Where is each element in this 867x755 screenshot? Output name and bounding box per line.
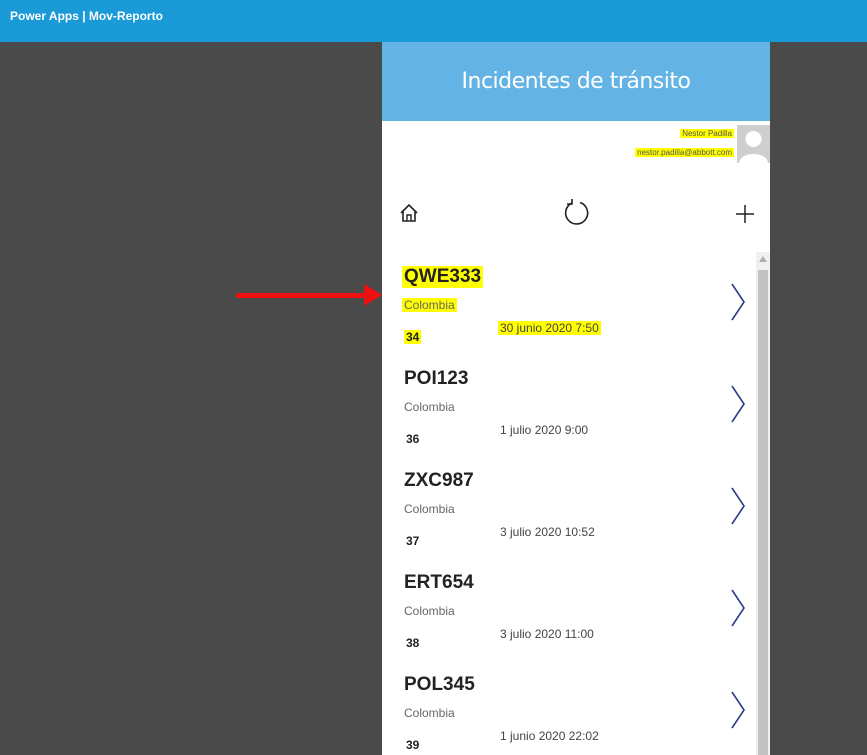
refresh-button[interactable]: [563, 197, 591, 229]
add-button[interactable]: [735, 204, 755, 224]
item-number: 36: [406, 432, 420, 446]
chevron-right-icon[interactable]: [730, 282, 746, 322]
item-plate: ERT654: [404, 572, 474, 593]
item-date: 3 julio 2020 11:00: [500, 627, 594, 641]
item-plate: ZXC987: [404, 470, 474, 491]
home-button[interactable]: [398, 202, 420, 224]
item-date: 30 junio 2020 7:50: [498, 321, 601, 335]
item-plate: QWE333: [402, 266, 484, 288]
window-title: Power Apps | Mov-Reporto: [10, 9, 163, 23]
item-date: 3 julio 2020 10:52: [500, 525, 595, 539]
list-item[interactable]: ERT654 Colombia 38 3 julio 2020 11:00: [382, 558, 756, 662]
item-number: 38: [406, 636, 420, 650]
list-item[interactable]: POL345 Colombia 39 1 junio 2020 22:02: [382, 660, 756, 755]
item-date: 1 junio 2020 22:02: [500, 729, 599, 743]
item-country: Colombia: [402, 298, 457, 312]
item-country: Colombia: [404, 604, 455, 618]
chevron-right-icon[interactable]: [730, 588, 746, 628]
gallery-scrollbar[interactable]: [756, 252, 770, 755]
item-number: 37: [406, 534, 420, 548]
item-plate: POL345: [404, 674, 475, 695]
avatar: [737, 125, 770, 163]
chevron-right-icon[interactable]: [730, 690, 746, 730]
home-icon: [400, 203, 418, 222]
annotation-arrow-shaft: [236, 293, 366, 298]
chevron-right-icon[interactable]: [730, 384, 746, 424]
list-item[interactable]: POI123 Colombia 36 1 julio 2020 9:00: [382, 354, 756, 458]
canvas-background-right: [770, 42, 867, 755]
plus-icon: [736, 205, 754, 223]
user-name: Nestor Padilla: [680, 129, 734, 138]
app-screen: Incidentes de tránsito Nestor Padilla ne…: [382, 42, 770, 755]
refresh-icon: [564, 199, 589, 225]
user-avatar-icon: [737, 125, 770, 163]
app-header: Incidentes de tránsito: [382, 42, 770, 121]
item-country: Colombia: [404, 502, 455, 516]
scroll-up-arrow-icon[interactable]: [759, 256, 767, 262]
canvas-background-left: [0, 42, 382, 755]
chevron-right-icon[interactable]: [730, 486, 746, 526]
scroll-thumb[interactable]: [758, 270, 768, 755]
item-date: 1 julio 2020 9:00: [500, 423, 589, 437]
incident-gallery: QWE333 Colombia 34 30 junio 2020 7:50 PO…: [382, 252, 756, 755]
user-email: nestor.padilla@abbott.com: [635, 148, 734, 157]
item-plate: POI123: [404, 368, 469, 389]
item-number: 34: [404, 330, 422, 344]
app-title: Incidentes de tránsito: [461, 69, 691, 94]
item-number: 39: [406, 738, 420, 752]
list-item[interactable]: QWE333 Colombia 34 30 junio 2020 7:50: [382, 252, 756, 356]
top-bar: Power Apps | Mov-Reporto: [0, 0, 867, 42]
item-country: Colombia: [404, 706, 455, 720]
annotation-arrow-head: [364, 284, 382, 306]
item-country: Colombia: [404, 400, 455, 414]
list-item[interactable]: ZXC987 Colombia 37 3 julio 2020 10:52: [382, 456, 756, 560]
